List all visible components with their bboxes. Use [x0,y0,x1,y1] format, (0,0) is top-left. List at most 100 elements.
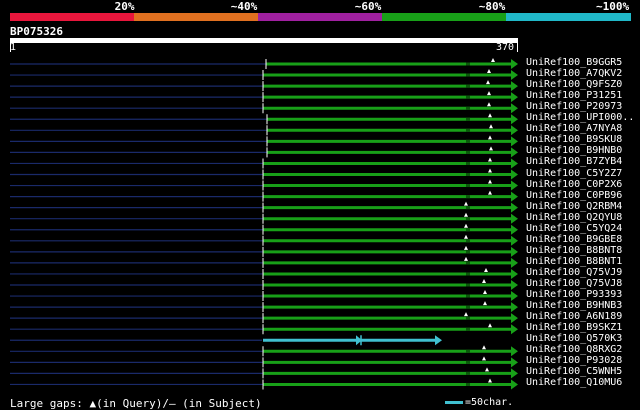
hit-end-arrow [511,357,518,368]
hit-name-link[interactable]: UniRef100_P93028 [526,355,622,366]
hit-name-link[interactable]: UniRef100_Q75VJ8 [526,278,622,289]
hit-name-link[interactable]: UniRef100_B9SKZ1 [526,322,622,333]
hit-row[interactable] [10,124,518,136]
hit-row[interactable] [10,190,518,202]
hit-end-arrow [511,257,518,268]
query-gap-marker [488,190,492,195]
hit-row[interactable] [10,179,518,191]
hit-row[interactable] [10,113,518,125]
hit-name-link[interactable]: UniRef100_C0P2X6 [526,179,622,190]
hit-end-arrow [511,313,518,324]
hit-end-arrow [511,191,518,202]
hit-row[interactable] [10,212,518,224]
scale-bar [445,401,463,404]
hit-name-link[interactable]: UniRef100_A6N189 [526,311,622,322]
hit-end-arrow [511,213,518,224]
hit-name-link[interactable]: UniRef100_A7NYA8 [526,123,622,134]
hit-end-arrow [511,346,518,357]
hit-name-link[interactable]: UniRef100_B8BNT1 [526,256,622,267]
hit-name-link[interactable]: UniRef100_Q570K3 [526,333,622,344]
query-gap-marker [488,323,492,328]
hit-row[interactable] [10,58,518,69]
hit-row[interactable] [10,279,518,290]
hit-end-arrow [511,302,518,313]
hit-name-link[interactable]: UniRef100_Q2QYU8 [526,212,622,223]
hit-row[interactable] [10,345,518,357]
hit-row[interactable] [10,245,518,257]
query-gap-marker [464,245,468,250]
query-gap-marker [464,223,468,228]
hit-row[interactable] [10,290,518,302]
hit-row[interactable] [10,267,518,279]
hit-name-link[interactable]: UniRef100_C5Y2Z7 [526,168,622,179]
hit-end-arrow [511,136,518,147]
hit-name-link[interactable]: UniRef100_P20973 [526,101,622,112]
query-gap-marker [483,290,487,295]
hit-end-arrow [511,235,518,246]
hit-name-link[interactable]: UniRef100_Q10MU6 [526,377,622,388]
query-gap-marker [483,301,487,306]
hit-row[interactable] [10,135,518,147]
hit-row[interactable] [10,157,518,169]
query-gap-marker [464,212,468,217]
query-gap-marker [488,179,492,184]
hit-end-arrow [511,81,518,92]
query-gap-marker [464,234,468,239]
hit-name-link[interactable]: UniRef100_P93393 [526,289,622,300]
hit-row[interactable] [10,201,518,213]
hit-row[interactable] [10,102,518,114]
hit-name-link[interactable]: UniRef100_Q8RXG2 [526,344,622,355]
hit-name-link[interactable]: UniRef100_B8BNT8 [526,245,622,256]
hit-name-link[interactable]: UniRef100_P31251 [526,90,622,101]
hit-row[interactable] [10,168,518,180]
query-gap-marker [487,69,491,74]
hit-row[interactable] [10,367,518,379]
hit-row[interactable] [10,80,518,92]
hit-name-link[interactable]: UniRef100_A7QKV2 [526,68,622,79]
query-gap-marker [488,113,492,118]
hit-row[interactable] [10,335,442,346]
hit-row[interactable] [10,378,518,390]
hit-name-link[interactable]: UniRef100_C5WNH5 [526,366,622,377]
hit-end-arrow [511,246,518,257]
hit-name-link[interactable]: UniRef100_B9SKU8 [526,134,622,145]
hit-end-arrow [511,125,518,136]
hit-name-link[interactable]: UniRef100_Q9FSZ0 [526,79,622,90]
query-gap-marker [488,168,492,173]
hit-row[interactable] [10,256,518,268]
hit-end-arrow [511,169,518,180]
hit-name-link[interactable]: UniRef100_B7ZYB4 [526,156,622,167]
hit-end-arrow [511,224,518,235]
hit-end-arrow [511,202,518,213]
query-gap-marker [482,345,486,350]
query-gap-marker [491,58,495,62]
hit-row[interactable] [10,356,518,368]
hit-row[interactable] [10,323,518,335]
hit-name-link[interactable]: UniRef100_UPI000.. [526,112,634,123]
hit-end-arrow [511,324,518,335]
hit-end-arrow [511,92,518,103]
hit-row[interactable] [10,146,518,158]
query-gap-marker [485,367,489,372]
hit-end-arrow [511,268,518,279]
hit-name-link[interactable]: UniRef100_B9GGR5 [526,57,622,68]
hit-end-arrow [511,368,518,379]
hit-name-link[interactable]: UniRef100_B9HNB3 [526,300,622,311]
query-gap-marker [464,312,468,317]
hit-name-link[interactable]: UniRef100_Q2RBM4 [526,201,622,212]
hit-name-link[interactable]: UniRef100_C5YQ24 [526,223,622,234]
hit-row[interactable] [10,223,518,235]
hit-name-link[interactable]: UniRef100_B9GBE8 [526,234,622,245]
hit-row[interactable] [10,312,518,324]
hit-name-link[interactable]: UniRef100_B9HNB0 [526,145,622,156]
hit-row[interactable] [10,234,518,246]
hit-name-link[interactable]: UniRef100_C0PB96 [526,190,622,201]
query-gap-marker [484,267,488,272]
hit-row[interactable] [10,301,518,313]
hit-row[interactable] [10,91,518,103]
hit-end-arrow [511,103,518,114]
hit-name-link[interactable]: UniRef100_Q75VJ9 [526,267,622,278]
hit-end-arrow [511,379,518,390]
hit-end-arrow [511,114,518,125]
hit-row[interactable] [10,69,518,81]
